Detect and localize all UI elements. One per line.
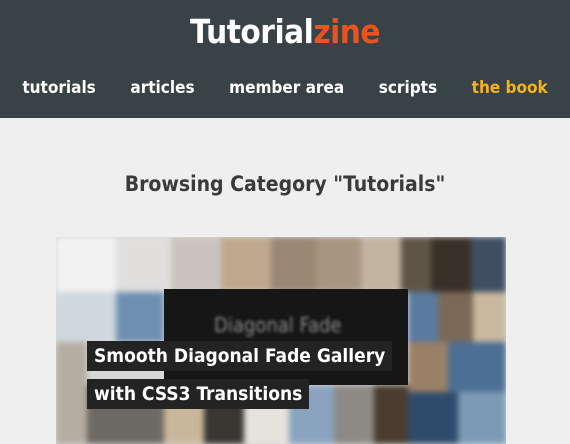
- nav-articles[interactable]: articles: [130, 78, 194, 98]
- logo-text-zine: zine: [313, 12, 381, 51]
- site-logo[interactable]: Tutorialzine: [0, 12, 570, 51]
- featured-title-line1[interactable]: Smooth Diagonal Fade Gallery: [87, 341, 393, 371]
- nav-scripts[interactable]: scripts: [379, 78, 437, 98]
- featured-image-text: Diagonal Fade: [214, 313, 342, 337]
- page-title: Browsing Category "Tutorials": [124, 172, 446, 196]
- site-header: Tutorialzine tutorials articles member a…: [0, 0, 570, 118]
- nav-the-book[interactable]: the book: [472, 78, 548, 98]
- nav-tutorials[interactable]: tutorials: [22, 78, 95, 98]
- featured-title-line2[interactable]: with CSS3 Transitions: [87, 379, 310, 409]
- nav-member-area[interactable]: member area: [229, 78, 344, 98]
- featured-tutorial-card[interactable]: Diagonal Fade Smooth Diagonal Fade Galle…: [56, 237, 506, 444]
- main-nav: tutorials articles member area scripts t…: [0, 78, 570, 98]
- logo-text-tutorial: Tutorial: [189, 12, 314, 51]
